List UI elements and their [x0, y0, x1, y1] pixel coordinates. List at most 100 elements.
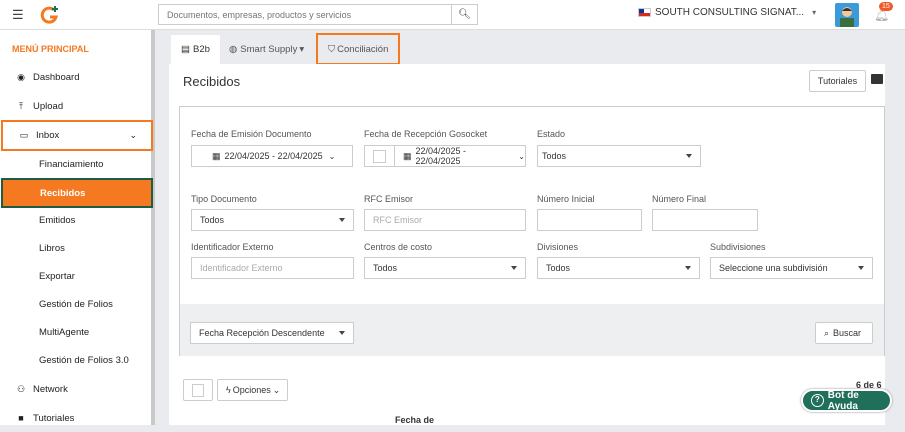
tab-label: Smart Supply — [240, 44, 298, 55]
notification-badge: 15 — [879, 2, 893, 11]
fecha-emision-label: Fecha de Emisión Documento — [191, 129, 312, 139]
sidebar-subitem-gestion-folios[interactable]: Gestión de Folios — [0, 290, 153, 318]
page-title: Recibidos — [183, 74, 241, 89]
identificador-externo-label: Identificador Externo — [191, 242, 274, 252]
sidebar-item-label: Upload — [33, 100, 64, 112]
numero-final-input[interactable] — [652, 209, 758, 231]
tab-b2b[interactable]: ▤ B2b — [171, 35, 220, 64]
sidebar-item-dashboard[interactable]: ◉ Dashboard — [0, 63, 153, 91]
chevron-down-icon: ▾ — [812, 8, 817, 17]
sidebar-item-network[interactable]: ⚇ Network — [0, 375, 153, 403]
help-icon: ? — [811, 394, 824, 407]
subdivisiones-select[interactable]: Seleccione una subdivisión — [710, 257, 873, 279]
sidebar-subitem-exportar[interactable]: Exportar — [0, 262, 153, 290]
sidebar: MENÚ PRINCIPAL ◉ Dashboard ⤒ Upload ▭ In… — [0, 30, 155, 425]
sidebar-item-label: Tutoriales — [33, 412, 75, 424]
company-selector[interactable]: SOUTH CONSULTING SIGNAT... ▾ — [638, 7, 816, 18]
sidebar-subitem-recibidos[interactable]: Recibidos — [1, 178, 153, 208]
caret-down-icon — [685, 266, 691, 270]
fecha-recepcion-daterange[interactable]: ▦ 22/04/2025 - 22/04/2025 ⌄ — [394, 145, 526, 167]
numero-final-label: Número Final — [652, 194, 707, 204]
sidebar-item-inbox[interactable]: ▭ Inbox ⌄ — [1, 120, 153, 151]
sidebar-item-label: Network — [33, 383, 68, 395]
tipo-documento-select[interactable]: Todos — [191, 209, 354, 231]
sidebar-item-label: Inbox — [36, 130, 60, 141]
estado-label: Estado — [537, 129, 566, 139]
gosocket-logo[interactable] — [40, 5, 60, 25]
video-camera-icon[interactable] — [871, 74, 883, 84]
opciones-dropdown[interactable]: ϟ Opciones ⌄ — [217, 379, 288, 401]
sidebar-subitem-emitidos[interactable]: Emitidos — [0, 206, 153, 234]
dashboard-icon: ◉ — [17, 71, 25, 82]
daterange-value: 22/04/2025 - 22/04/2025 — [224, 151, 323, 161]
tipo-documento-label: Tipo Documento — [191, 194, 257, 204]
module-tabs: ▤ B2b ◍ Smart Supply ▾ ⛉ Conciliación — [169, 30, 905, 65]
tab-label: B2b — [192, 44, 210, 55]
chevron-down-icon: ⌄ — [518, 151, 525, 161]
hamburger-menu-icon[interactable]: ☰ — [12, 7, 24, 23]
tab-conciliacion[interactable]: ⛉ Conciliación — [316, 33, 401, 65]
menu-title: MENÚ PRINCIPAL — [12, 44, 89, 54]
tab-label: Conciliación — [337, 43, 389, 55]
buscar-button[interactable]: ⌕ Buscar — [815, 322, 873, 344]
numero-inicial-label: Número Inicial — [537, 194, 595, 204]
sidebar-subitem-gestion-folios-3[interactable]: Gestión de Folios 3.0 — [0, 346, 153, 374]
inbox-icon: ▭ — [19, 130, 29, 140]
sidebar-item-upload[interactable]: ⤒ Upload — [0, 92, 153, 120]
calendar-icon: ▦ — [212, 150, 221, 161]
caret-down-icon: ▾ — [299, 44, 305, 55]
sidebar-subitem-multiagente[interactable]: MultiAgente — [0, 318, 153, 346]
subdivisiones-label: Subdivisiones — [710, 242, 766, 252]
select-value: Seleccione una subdivisión — [719, 263, 828, 273]
document-icon: ▤ — [181, 44, 190, 55]
fecha-recepcion-checkbox[interactable] — [373, 150, 386, 163]
company-name: SOUTH CONSULTING SIGNAT... — [655, 7, 805, 18]
centros-costo-label: Centros de costo — [364, 242, 433, 252]
main-content: Recibidos Tutoriales Fecha de Emisión Do… — [169, 64, 885, 425]
select-all-checkbox[interactable] — [192, 383, 204, 397]
caret-down-icon — [339, 218, 345, 222]
estado-select[interactable]: Todos — [537, 145, 701, 167]
network-icon: ⚇ — [16, 383, 26, 394]
centros-costo-select[interactable]: Todos — [364, 257, 526, 279]
bot-de-ayuda-button[interactable]: ? Bot de Ayuda — [801, 389, 892, 412]
select-value: Todos — [542, 151, 567, 161]
button-label: Bot de Ayuda — [827, 389, 859, 412]
identificador-externo-input[interactable]: Identificador Externo — [191, 257, 354, 279]
global-search: 🔍︎ — [158, 4, 478, 25]
daterange-value: 22/04/2025 - 22/04/2025 — [415, 146, 467, 166]
rfc-emisor-label: RFC Emisor — [364, 194, 413, 204]
order-select[interactable]: Fecha Recepción Descendente — [190, 322, 354, 344]
top-bar: ☰ 🔍︎ SOUTH CONSULTING SIGNAT... ▾ 🔔︎ 15 — [0, 0, 905, 30]
upload-icon: ⤒ — [19, 100, 23, 111]
column-header-fecha[interactable]: Fecha de — [395, 415, 434, 425]
select-value: Fecha Recepción Descendente — [199, 328, 325, 338]
tab-smart-supply[interactable]: ◍ Smart Supply ▾ — [219, 35, 314, 64]
button-label: Buscar — [833, 328, 862, 338]
caret-down-icon — [511, 266, 517, 270]
filter-panel: Fecha de Emisión Documento ▦ 22/04/2025 … — [179, 106, 885, 356]
filter-actions-bar: Fecha Recepción Descendente ⌕ Buscar — [180, 304, 884, 356]
globe-icon: ◍ — [229, 44, 238, 55]
numero-inicial-input[interactable] — [537, 209, 642, 231]
divisiones-select[interactable]: Todos — [537, 257, 700, 279]
fecha-emision-daterange[interactable]: ▦ 22/04/2025 - 22/04/2025 ⌄ — [191, 145, 353, 167]
sidebar-item-label: Dashboard — [33, 71, 80, 83]
bolt-icon: ϟ — [226, 385, 231, 395]
global-search-input[interactable] — [159, 5, 449, 24]
rfc-emisor-input[interactable]: RFC Emisor — [364, 209, 526, 231]
tutoriales-button[interactable]: Tutoriales — [809, 70, 866, 92]
caret-down-icon — [686, 154, 692, 158]
sidebar-subitem-libros[interactable]: Libros — [0, 234, 153, 262]
sidebar-item-tutoriales[interactable]: ■ Tutoriales — [0, 404, 153, 432]
calendar-icon: ▦ — [403, 150, 412, 161]
shield-icon: ⛉ — [328, 43, 336, 55]
user-avatar[interactable] — [835, 3, 859, 27]
sidebar-subitem-financiamiento[interactable]: Financiamiento — [0, 150, 153, 178]
caret-down-icon — [339, 331, 345, 335]
caret-down-icon — [858, 266, 864, 270]
select-all-wrap — [183, 379, 213, 401]
chevron-down-icon: ⌄ — [129, 130, 137, 140]
search-icon[interactable]: 🔍︎ — [451, 5, 477, 24]
chevron-down-icon: ⌄ — [328, 151, 336, 161]
